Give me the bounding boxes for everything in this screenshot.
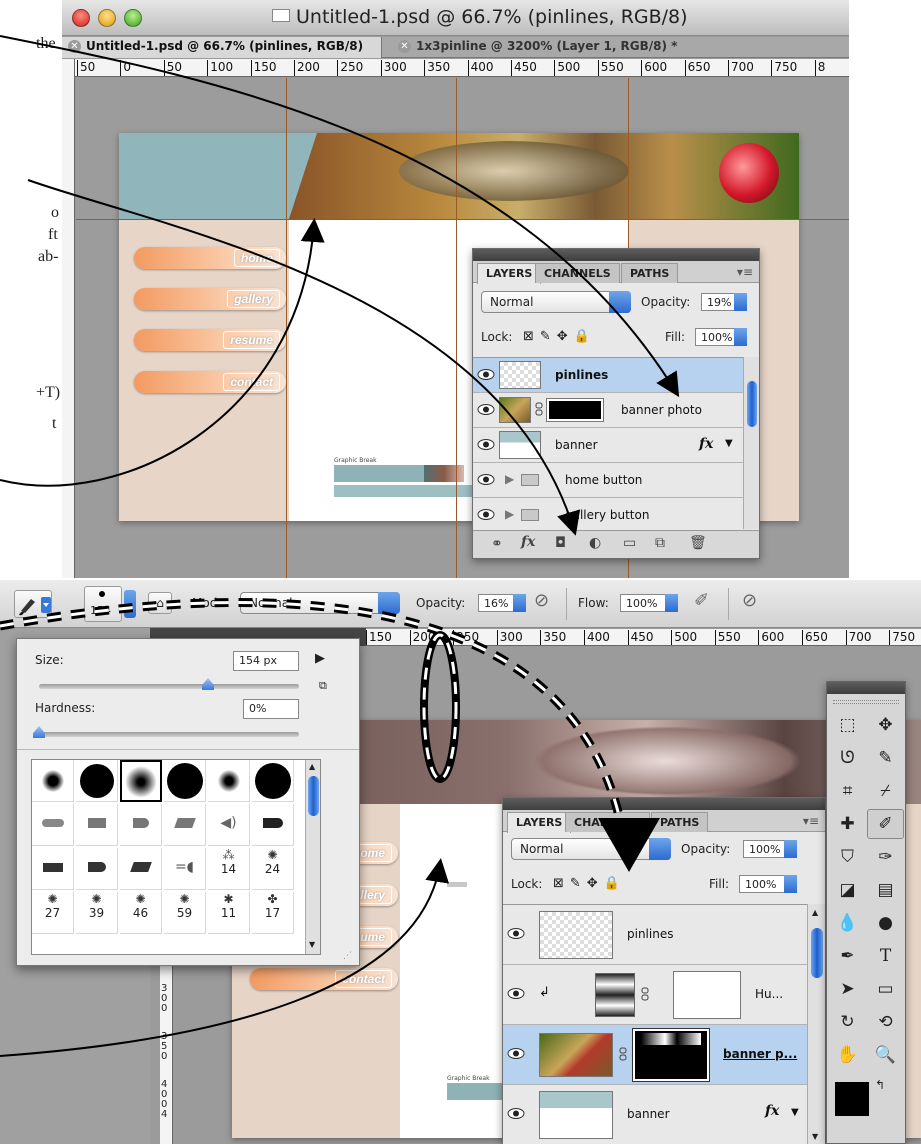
annotation-arrow <box>0 218 325 487</box>
annotation-arrow <box>0 35 680 398</box>
annotation-arrowhead <box>598 818 660 872</box>
annotation-overlay <box>0 35 680 1057</box>
annotation-arrow-dashed <box>0 598 625 822</box>
annotation-arrow <box>0 858 450 1057</box>
annotation-arrow-dashed-inner <box>0 601 622 821</box>
